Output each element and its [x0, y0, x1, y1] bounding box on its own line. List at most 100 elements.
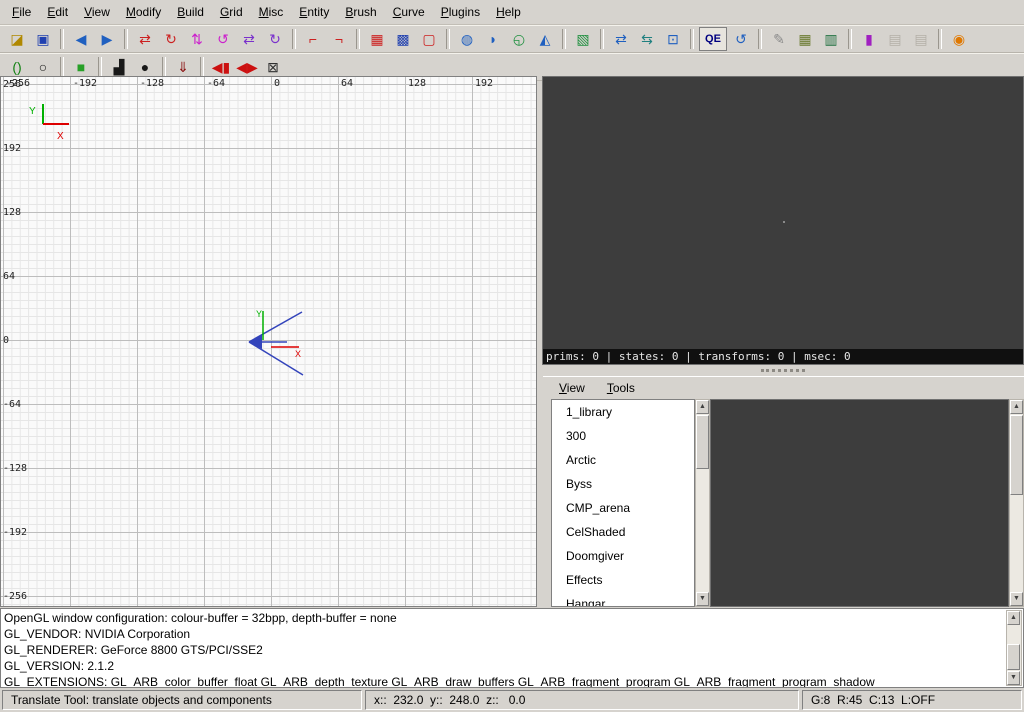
menu-build[interactable]: Build	[169, 2, 212, 22]
menu-modify[interactable]: Modify	[118, 2, 169, 22]
select-touching-icon[interactable]: ⌐	[301, 28, 325, 50]
rotate-z-icon[interactable]: ↻	[263, 28, 287, 50]
camera-view[interactable]: prims: 0 | states: 0 | transforms: 0 | m…	[542, 76, 1024, 365]
texture-folder[interactable]: 300	[552, 424, 694, 448]
toolbar-separator	[446, 29, 450, 49]
disabled-icon-b[interactable]: ▤	[909, 28, 933, 50]
scroll-up-icon[interactable]: ▲	[1007, 611, 1020, 625]
menu-file[interactable]: File	[4, 2, 39, 22]
texture-menu-tools[interactable]: Tools	[599, 378, 643, 398]
status-tool-hint: Translate Tool: translate objects and co…	[2, 690, 362, 710]
menu-entity[interactable]: Entity	[291, 2, 337, 22]
scrollbar-thumb[interactable]	[1007, 644, 1020, 670]
texture-folder[interactable]: CelShaded	[552, 520, 694, 544]
menu-curve[interactable]: Curve	[385, 2, 433, 22]
drop-entity-icon[interactable]: ⇓	[171, 56, 195, 78]
ruler-label: -192	[73, 78, 97, 89]
plotter-icon[interactable]: ●	[133, 56, 157, 78]
texture-lock-icon[interactable]: ✎	[767, 28, 791, 50]
ruler-label: 64	[341, 78, 353, 89]
folder-list-scrollbar[interactable]: ▲ ▼	[695, 399, 710, 607]
toolbar-separator	[690, 29, 694, 49]
scroll-down-icon[interactable]: ▼	[1007, 671, 1020, 685]
brush-primitives-icon[interactable]: ()	[5, 56, 29, 78]
ruler-label: 192	[3, 143, 21, 154]
console-scrollbar[interactable]: ▲ ▼	[1006, 610, 1022, 686]
scroll-down-icon[interactable]: ▼	[1010, 592, 1023, 606]
texture-folder[interactable]: Effects	[552, 568, 694, 592]
save-icon[interactable]: ▣	[31, 28, 55, 50]
pane-splitter[interactable]	[542, 365, 1024, 376]
console-line: OpenGL window configuration: colour-buff…	[4, 610, 1005, 626]
flip-x-icon[interactable]: ⇄	[133, 28, 157, 50]
prev-portal-icon[interactable]: ◀▮	[209, 56, 233, 78]
ruler-label: -128	[3, 463, 27, 474]
undo-icon[interactable]: ◀	[69, 28, 93, 50]
ruler-label: -256	[3, 591, 27, 602]
texture-panel-menubar: View Tools	[543, 377, 1024, 399]
entity-list-icon[interactable]: ▥	[819, 28, 843, 50]
flip-z-icon[interactable]: ⇄	[237, 28, 261, 50]
open-icon[interactable]: ◪	[5, 28, 29, 50]
texture-folder[interactable]: Doomgiver	[552, 544, 694, 568]
menu-edit[interactable]: Edit	[39, 2, 76, 22]
texture-browser-icon[interactable]: ▧	[571, 28, 595, 50]
scroll-up-icon[interactable]: ▲	[1010, 400, 1023, 414]
menu-misc[interactable]: Misc	[251, 2, 292, 22]
console-line: GL_RENDERER: GeForce 8800 GTS/PCI/SSE2	[4, 642, 1005, 658]
redo-icon[interactable]: ▶	[95, 28, 119, 50]
change-views-icon[interactable]: ⇄	[609, 28, 633, 50]
texture-folder[interactable]: Hangar	[552, 592, 694, 607]
make-hollow-icon[interactable]: ▢	[417, 28, 441, 50]
no-clip-icon[interactable]: ⊠	[261, 56, 285, 78]
cubic-clip-icon[interactable]: ⊡	[661, 28, 685, 50]
texture-folder[interactable]: CMP_arena	[552, 496, 694, 520]
free-rotation-icon[interactable]: ↺	[729, 28, 753, 50]
toolbar-separator	[60, 57, 64, 77]
scrollbar-thumb[interactable]	[1010, 415, 1023, 495]
texture-folder[interactable]: Byss	[552, 472, 694, 496]
next-portal-icon[interactable]: ◀▶	[235, 56, 259, 78]
select-inside-icon[interactable]: ¬	[327, 28, 351, 50]
grid-view[interactable]: Y X Y X -256-192-128-6406412819225625619…	[0, 76, 537, 607]
curve-endcap-icon[interactable]: ◗	[481, 28, 505, 50]
texture-menu-view[interactable]: View	[551, 378, 593, 398]
rotate-y-icon[interactable]: ↺	[211, 28, 235, 50]
status-grid-info: G:8 R:45 C:13 L:OFF	[802, 690, 1022, 710]
texture-display-area[interactable]	[710, 399, 1009, 607]
console-log: OpenGL window configuration: colour-buff…	[4, 610, 1005, 687]
qe-views-button[interactable]: QE	[699, 27, 727, 51]
train-path-icon[interactable]: ▟	[107, 56, 131, 78]
curve-cone-icon[interactable]: ◭	[533, 28, 557, 50]
ruler-label: -192	[3, 527, 27, 538]
ruler-label: 0	[274, 78, 280, 89]
texture-display-scrollbar[interactable]: ▲ ▼	[1009, 399, 1024, 607]
plugin-icon[interactable]: ▮	[857, 28, 881, 50]
menu-plugins[interactable]: Plugins	[433, 2, 488, 22]
gizmo-y-label: Y	[256, 309, 262, 319]
menu-help[interactable]: Help	[488, 2, 529, 22]
texture-folder[interactable]: 1_library	[552, 400, 694, 424]
csg-merge-icon[interactable]: ▩	[391, 28, 415, 50]
disabled-icon-a[interactable]: ▤	[883, 28, 907, 50]
texture-folder[interactable]: Arctic	[552, 448, 694, 472]
polygon-prism-icon[interactable]: ○	[31, 56, 55, 78]
scroll-up-icon[interactable]: ▲	[696, 400, 709, 414]
menu-grid[interactable]: Grid	[212, 2, 251, 22]
bobtoolz-icon[interactable]: ◉	[947, 28, 971, 50]
translate-gizmo[interactable]: Y X	[216, 295, 326, 385]
menu-brush[interactable]: Brush	[337, 2, 384, 22]
flip-y-icon[interactable]: ⇅	[185, 28, 209, 50]
curve-cylinder-icon[interactable]: ◍	[455, 28, 479, 50]
scroll-down-icon[interactable]: ▼	[696, 592, 709, 606]
scrollbar-thumb[interactable]	[696, 415, 709, 469]
csg-subtract-icon[interactable]: ▦	[365, 28, 389, 50]
curve-bevel-icon[interactable]: ◵	[507, 28, 531, 50]
caulk-icon[interactable]: ■	[69, 56, 93, 78]
toolbar-separator	[98, 57, 102, 77]
rotate-x-icon[interactable]: ↻	[159, 28, 183, 50]
menu-view[interactable]: View	[76, 2, 118, 22]
refresh-models-icon[interactable]: ⇆	[635, 28, 659, 50]
texture-panel-content: 1_library300ArcticByssCMP_arenaCelShaded…	[551, 399, 1024, 607]
model-browser-icon[interactable]: ▦	[793, 28, 817, 50]
